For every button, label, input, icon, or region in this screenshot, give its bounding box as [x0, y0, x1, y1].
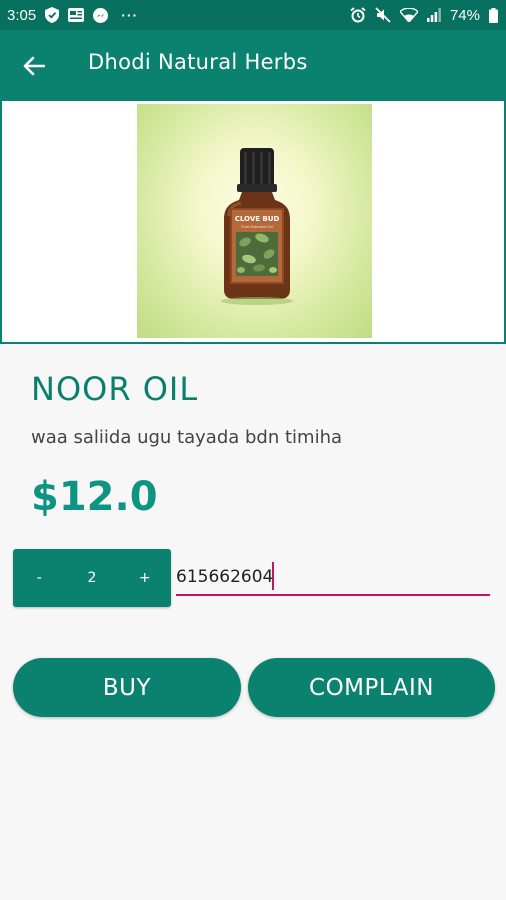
product-description: waa saliida ugu tayada bdn timiha — [31, 427, 343, 448]
news-icon — [68, 8, 85, 22]
alarm-icon — [350, 7, 366, 23]
complain-button[interactable]: COMPLAIN — [248, 658, 495, 717]
product-name: NOOR OIL — [31, 370, 199, 408]
quantity-decrement-button[interactable]: - — [13, 570, 66, 586]
oil-bottle-illustration: CLOVE BUD Pure Essential Oil — [221, 148, 293, 305]
battery-percent: 74% — [449, 6, 480, 24]
app-bar: Dhodi Natural Herbs — [0, 30, 506, 101]
product-image: CLOVE BUD Pure Essential Oil — [137, 104, 372, 338]
mute-icon — [375, 7, 391, 23]
text-cursor — [272, 562, 274, 590]
shield-icon — [45, 7, 60, 23]
phone-number-input[interactable] — [176, 560, 490, 596]
quantity-value: 2 — [87, 570, 97, 586]
quantity-stepper: - 2 + — [13, 549, 171, 607]
signal-icon — [426, 8, 441, 22]
wifi-icon — [399, 8, 418, 22]
quantity-increment-button[interactable]: + — [118, 570, 171, 586]
page-title: Dhodi Natural Herbs — [88, 50, 308, 74]
status-time: 3:05 — [7, 6, 37, 24]
status-bar: 3:05 ··· 74% — [0, 0, 506, 30]
back-button[interactable] — [20, 52, 48, 80]
arrow-left-icon — [23, 56, 45, 76]
product-image-frame: CLOVE BUD Pure Essential Oil — [0, 101, 506, 344]
messenger-icon — [93, 7, 109, 23]
buy-button[interactable]: BUY — [13, 658, 241, 717]
bottle-label-sub: Pure Essential Oil — [241, 225, 272, 229]
product-price: $12.0 — [31, 474, 158, 520]
bottle-label-title: CLOVE BUD — [235, 215, 280, 223]
battery-icon — [489, 7, 498, 23]
more-dots-icon: ··· — [121, 7, 139, 23]
